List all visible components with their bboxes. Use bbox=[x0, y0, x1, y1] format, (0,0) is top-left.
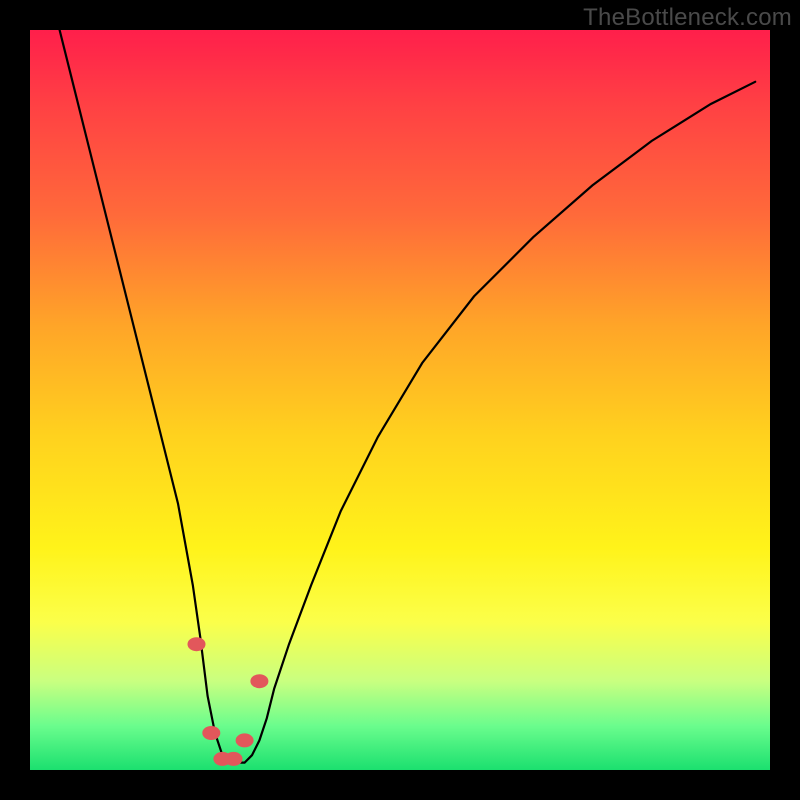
watermark-text: TheBottleneck.com bbox=[583, 4, 792, 32]
highlight-dot bbox=[188, 637, 206, 651]
highlight-dot bbox=[202, 726, 220, 740]
plot-area bbox=[30, 30, 770, 770]
plot-frame: TheBottleneck.com bbox=[0, 0, 800, 800]
highlight-dot bbox=[225, 752, 243, 766]
highlight-dot bbox=[236, 733, 254, 747]
highlight-dot bbox=[250, 674, 268, 688]
bottleneck-curve-path bbox=[60, 30, 756, 763]
bottleneck-curve-svg bbox=[30, 30, 770, 770]
